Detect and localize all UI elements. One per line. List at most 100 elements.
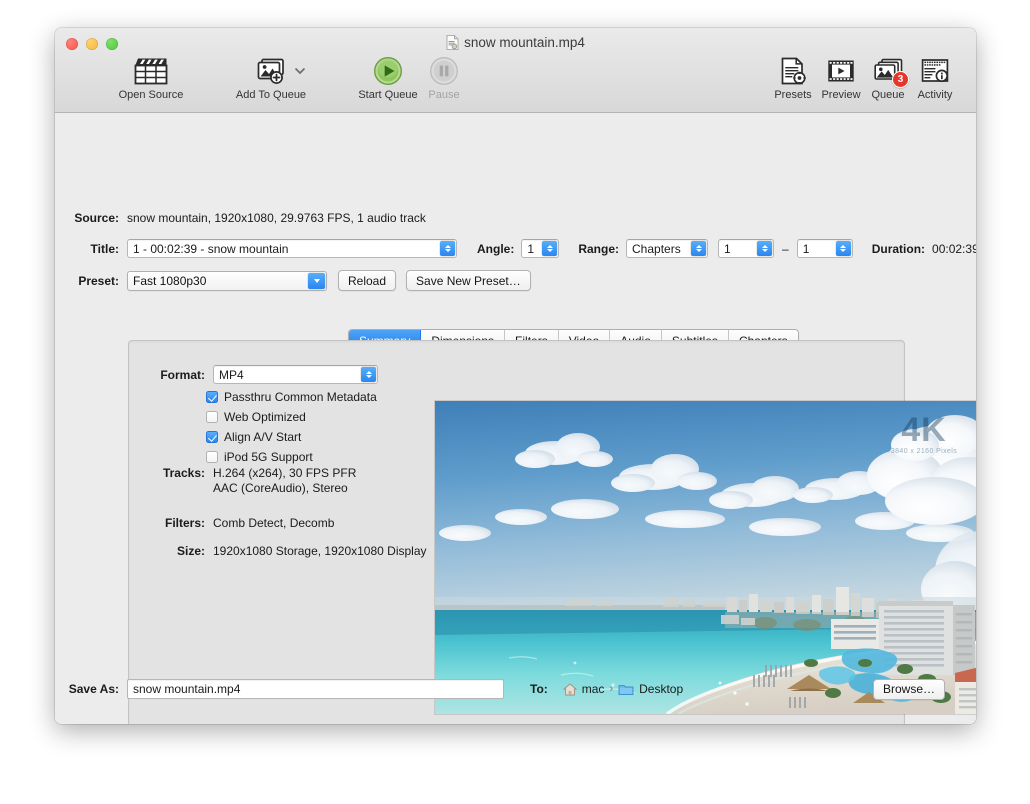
format-row: Format: MP4 [157,365,378,384]
preset-label: Preset: [55,274,119,288]
toolbar-presets-label: Presets [769,89,817,101]
handbrake-window: snow mountain.mp4 [55,28,976,724]
tracks-label: Tracks: [157,466,205,496]
toolbar-queue-label: Queue [864,89,912,101]
toolbar-pause-label: Pause [407,89,481,101]
format-options-group: Passthru Common Metadata Web Optimized A… [206,389,377,465]
source-row: Source: snow mountain, 1920x1080, 29.976… [55,211,426,225]
save-new-preset-button[interactable]: Save New Preset… [406,270,531,291]
breadcrumb-item-desktop[interactable]: Desktop [639,682,683,696]
title-label: Title: [55,242,119,256]
checkbox-box[interactable] [206,411,218,423]
breadcrumb-item-mac[interactable]: mac [582,682,605,696]
preset-value: Fast 1080p30 [133,274,206,288]
filters-row: Filters: Comb Detect, Decomb [157,516,334,530]
window-chrome: snow mountain.mp4 [55,28,976,113]
title-select[interactable]: 1 - 00:02:39 - snow mountain [127,239,457,258]
title-select-value: 1 - 00:02:39 - snow mountain [133,242,288,256]
filters-label: Filters: [157,516,205,530]
reload-button[interactable]: Reload [338,270,396,291]
checkbox-box[interactable] [206,391,218,403]
svg-text:3840 x 2160 Pixels: 3840 x 2160 Pixels [891,448,957,455]
range-type-value: Chapters [632,242,681,256]
preset-select[interactable]: Fast 1080p30 [127,271,327,291]
title-row: Title: 1 - 00:02:39 - snow mountain Angl… [55,239,976,258]
save-as-input[interactable]: snow mountain.mp4 [127,679,504,699]
breadcrumb-separator: › [609,683,613,695]
range-label: Range: [578,242,619,256]
angle-stepper[interactable] [542,241,557,256]
checkbox-passthru-common-metadata[interactable]: Passthru Common Metadata [206,389,377,405]
add-to-queue-dropdown-chevron-down-icon[interactable] [293,64,307,78]
document-icon [446,35,459,50]
presets-gear-icon [769,54,817,87]
toolbar-preview-label: Preview [817,89,865,101]
format-label: Format: [157,368,205,382]
toolbar-open-source-label: Open Source [114,89,188,101]
svg-text:4K: 4K [901,411,946,449]
checkbox-label: iPod 5G Support [224,450,313,464]
activity-log-icon [911,54,959,87]
source-label: Source: [55,211,119,225]
toolbar-preview[interactable]: Preview [817,54,865,101]
tracks-video-value: H.264 (x264), 30 FPS PFR [213,466,356,481]
range-end-stepper[interactable] [836,241,851,256]
range-start-value: 1 [724,242,731,256]
range-end-value: 1 [803,242,810,256]
home-icon [563,683,577,696]
browse-button[interactable]: Browse… [873,679,945,700]
pause-icon [407,54,481,87]
checkbox-box[interactable] [206,431,218,443]
range-type-select[interactable]: Chapters [626,239,708,258]
range-start-select[interactable]: 1 [718,239,774,258]
toolbar-add-to-queue-label: Add To Queue [234,89,308,101]
format-stepper[interactable] [361,367,376,382]
checkbox-box[interactable] [206,451,218,463]
size-row: Size: 1920x1080 Storage, 1920x1080 Displ… [157,544,427,558]
toolbar-queue[interactable]: 3 Queue [864,54,912,101]
window-title: snow mountain.mp4 [55,35,976,50]
checkbox-align-av-start[interactable]: Align A/V Start [206,429,377,445]
range-end-select[interactable]: 1 [797,239,853,258]
save-bar: Save As: snow mountain.mp4 To: mac [55,670,976,724]
checkbox-web-optimized[interactable]: Web Optimized [206,409,377,425]
preset-chevron-down-icon[interactable] [308,273,325,289]
preset-row: Preset: Fast 1080p30 Reload Save New Pre… [55,270,531,291]
save-as-row: Save As: snow mountain.mp4 To: mac [55,679,683,699]
toolbar-pause[interactable]: Pause [407,54,481,101]
source-value: snow mountain, 1920x1080, 29.9763 FPS, 1… [127,211,426,225]
window-body: Source: snow mountain, 1920x1080, 29.976… [55,113,976,724]
save-as-label: Save As: [55,682,119,696]
range-start-stepper[interactable] [757,241,772,256]
window-title-text: snow mountain.mp4 [464,35,585,50]
destination-breadcrumb[interactable]: mac › Desktop [563,682,683,696]
angle-select[interactable]: 1 [521,239,559,258]
tracks-row: Tracks: H.264 (x264), 30 FPS PFR AAC (Co… [157,466,356,496]
format-value: MP4 [219,368,244,382]
title-stepper[interactable] [440,241,455,256]
queue-stack-icon: 3 [864,54,912,87]
range-type-stepper[interactable] [691,241,706,256]
toolbar-open-source[interactable]: Open Source [114,54,188,101]
filters-value: Comb Detect, Decomb [213,516,334,530]
preview-thumbnail[interactable]: 4K 3840 x 2160 Pixels [435,401,976,714]
range-dash: – [782,242,789,256]
toolbar-presets[interactable]: Presets [769,54,817,101]
size-value: 1920x1080 Storage, 1920x1080 Display [213,544,427,558]
angle-label: Angle: [477,242,514,256]
toolbar-activity-label: Activity [911,89,959,101]
checkbox-ipod-5g-support[interactable]: iPod 5G Support [206,449,377,465]
checkbox-label: Web Optimized [224,410,306,424]
checkbox-label: Align A/V Start [224,430,301,444]
toolbar: Open Source [55,54,976,110]
preview-image: 4K 3840 x 2160 Pixels [435,401,976,714]
angle-value: 1 [527,242,534,256]
toolbar-activity[interactable]: Activity [911,54,959,101]
summary-panel: Format: MP4 Passthru Common Metadata Web… [128,340,905,724]
queue-badge: 3 [892,71,909,88]
format-select[interactable]: MP4 [213,365,378,384]
duration-value: 00:02:39 [932,242,976,256]
duration-label: Duration: [872,242,925,256]
save-as-value: snow mountain.mp4 [133,682,240,696]
film-clapper-icon [114,54,188,87]
